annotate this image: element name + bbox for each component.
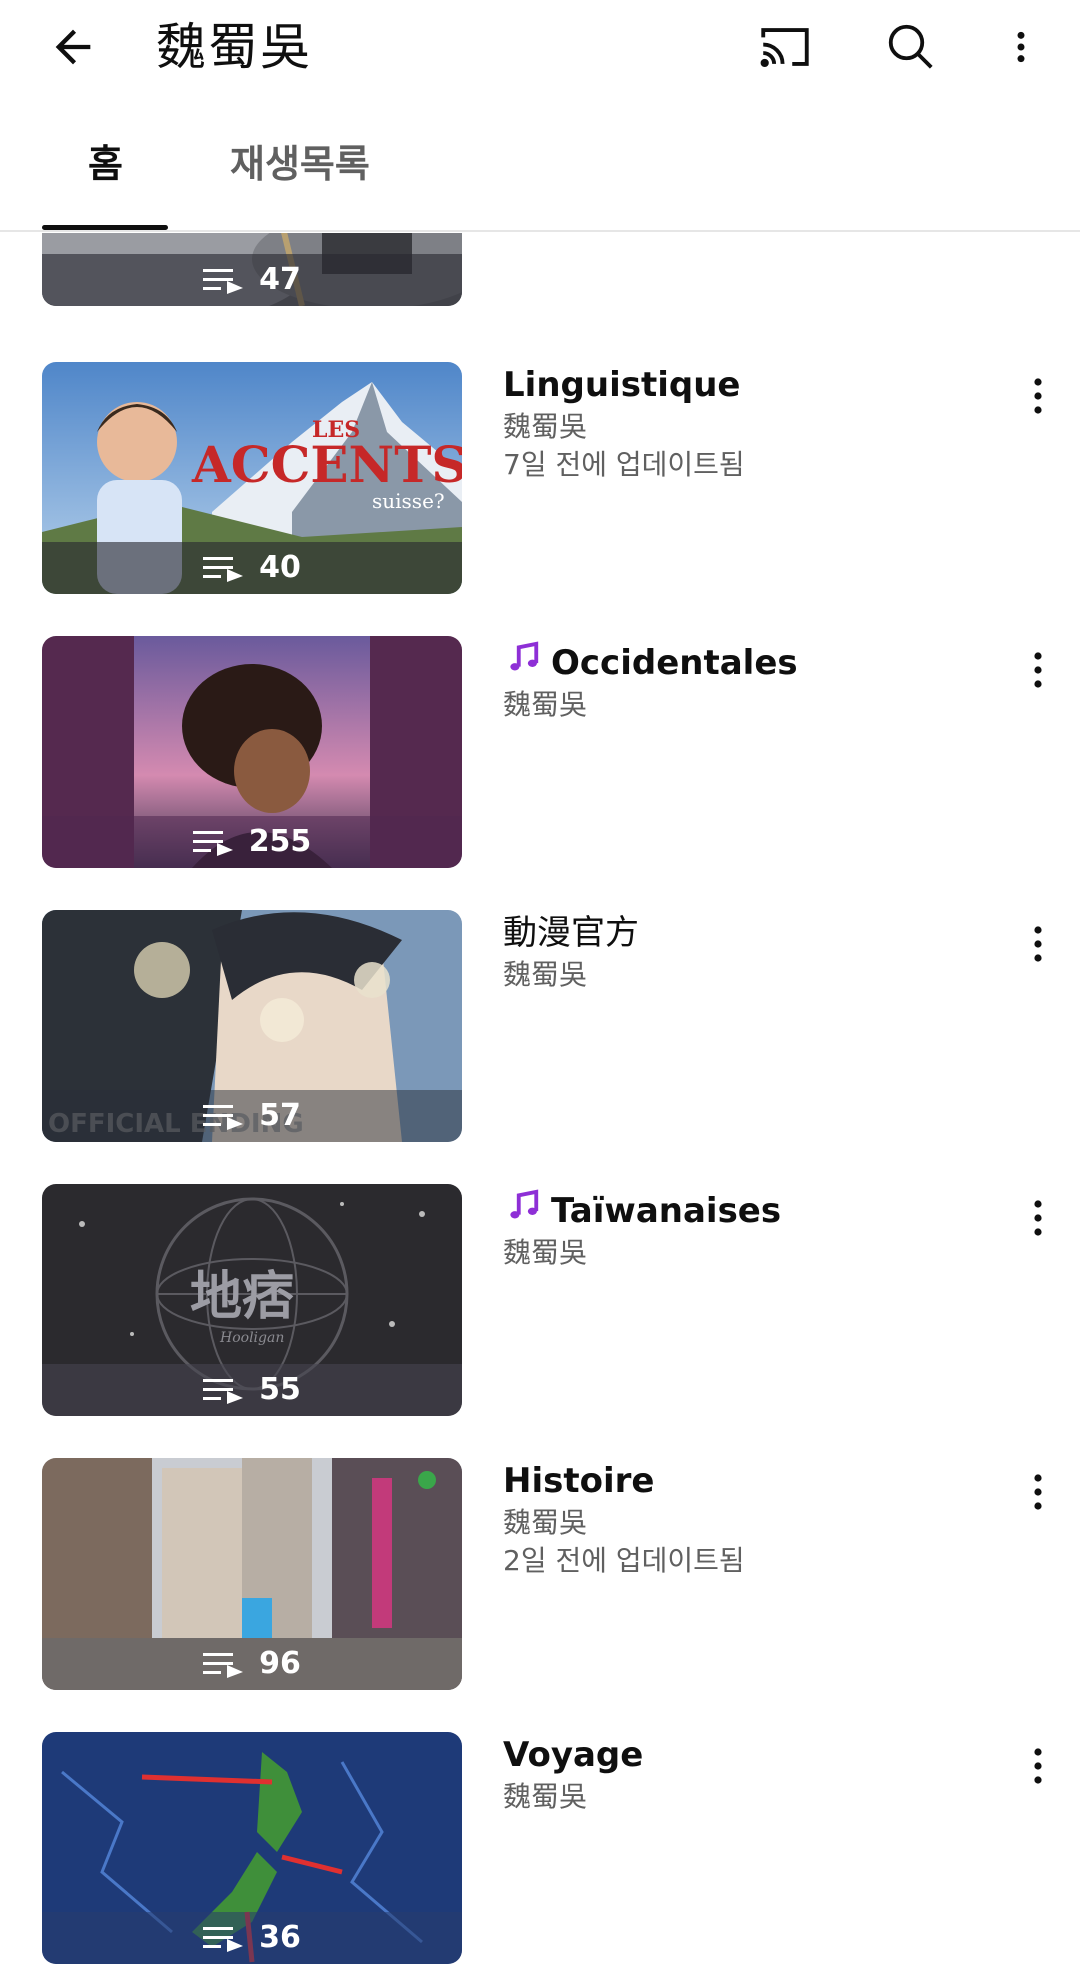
video-count: 40 [259,550,301,585]
thumbnail-text-accents: ACCENTS [191,435,462,494]
playlist-item[interactable]: 36 Voyage 魏蜀吳 [0,1732,1080,1964]
playlist-title: Occidentales [551,643,798,683]
playlist-thumbnail[interactable]: LES ACCENTS suisse? 40 [42,362,462,594]
video-count: 96 [259,1646,301,1681]
playlist-title[interactable]: Histoire [503,1458,983,1504]
playlist-play-icon [203,1105,244,1130]
playlist-title[interactable]: 動漫官方 [503,910,983,956]
video-count-overlay: 96 [42,1638,462,1690]
playlist-title[interactable]: Linguistique [503,362,983,408]
playlist-list: 47 LES ACCENTS suisse? 40 Linguistique 魏… [0,233,1080,1975]
playlist-menu-button[interactable] [1018,368,1058,424]
video-count: 47 [259,262,301,297]
playlist-menu-button[interactable] [1018,642,1058,698]
playlist-owner: 魏蜀吳 [503,410,588,443]
playlist-item[interactable]: 47 [0,233,1080,306]
playlist-menu-button[interactable] [1018,1464,1058,1520]
tab-selected-indicator [42,225,168,230]
playlist-owner: 魏蜀吳 [503,1506,588,1539]
thumbnail-sub-text: Hooligan [219,1330,284,1346]
playlist-owner: 魏蜀吳 [503,688,588,721]
playlist-play-icon [203,1379,244,1404]
video-count-overlay: 36 [42,1912,462,1964]
playlist-menu-button[interactable] [1018,1190,1058,1246]
playlist-title: Taïwanaises [551,1191,782,1231]
video-count-overlay: 47 [42,254,462,306]
playlist-menu-button[interactable] [1018,1738,1058,1794]
more-vert-icon [1034,1200,1042,1236]
playlist-meta: 動漫官方 魏蜀吳 [503,910,983,994]
playlist-thumbnail[interactable]: 96 [42,1458,462,1690]
more-options-button[interactable] [988,14,1054,80]
playlist-meta: Occidentales 魏蜀吳 [503,636,983,724]
more-vert-icon [1034,652,1042,688]
thumbnail-logo-text: 地痞 [190,1267,294,1327]
playlist-thumbnail[interactable]: 36 [42,1732,462,1964]
music-note-icon [506,639,542,675]
playlist-item[interactable]: 255 Occidentales 魏蜀吳 [0,636,1080,868]
video-count-overlay: 55 [42,1364,462,1416]
video-count-overlay: 57 [42,1090,462,1142]
search-button[interactable] [878,14,944,80]
playlist-owner: 魏蜀吳 [503,1236,588,1269]
playlist-play-icon [203,269,244,294]
playlist-updated: 2일 전에 업데이트됨 [503,1544,745,1577]
playlist-thumbnail[interactable]: 255 [42,636,462,868]
tab-playlists[interactable]: 재생목록 [230,134,370,194]
playlist-play-icon [203,1653,244,1678]
video-count: 55 [259,1372,301,1407]
more-vert-icon [1034,378,1042,414]
playlist-play-icon [192,831,233,856]
playlist-play-icon [203,1927,244,1952]
video-count-overlay: 40 [42,542,462,594]
cast-icon [760,28,809,68]
playlist-owner: 魏蜀吳 [503,1780,588,1813]
playlist-thumbnail[interactable]: OFFICIAL ENDING 57 [42,910,462,1142]
playlist-item[interactable]: LES ACCENTS suisse? 40 Linguistique 魏蜀吳 … [0,362,1080,594]
video-count: 36 [259,1920,301,1955]
playlist-menu-button[interactable] [1018,916,1058,972]
back-button[interactable] [40,14,106,80]
thumbnail-text-suisse: suisse? [372,489,445,513]
playlist-item[interactable]: OFFICIAL ENDING 57 動漫官方 魏蜀吳 [0,910,1080,1142]
playlist-meta: Voyage 魏蜀吳 [503,1732,983,1816]
arrow-left-icon [55,29,91,65]
more-vert-icon [1034,1748,1042,1784]
music-note-icon [506,1187,542,1223]
video-count: 255 [248,824,312,859]
playlist-owner: 魏蜀吳 [503,958,588,991]
playlist-title-row[interactable]: Occidentales [503,636,983,686]
playlist-meta: Linguistique 魏蜀吳 7일 전에 업데이트됨 [503,362,983,484]
app-bar: 魏蜀吳 [0,0,1080,96]
playlist-meta: Histoire 魏蜀吳 2일 전에 업데이트됨 [503,1458,983,1580]
video-count-overlay: 255 [42,816,462,868]
cast-button[interactable] [752,14,818,80]
channel-title: 魏蜀吳 [156,18,312,76]
playlist-item[interactable]: 地痞 Hooligan 55 Taïwanaises 魏蜀吳 [0,1184,1080,1416]
search-icon [888,24,933,69]
more-vert-icon [1034,1474,1042,1510]
playlist-thumbnail[interactable]: 地痞 Hooligan 55 [42,1184,462,1416]
playlist-item[interactable]: 96 Histoire 魏蜀吳 2일 전에 업데이트됨 [0,1458,1080,1690]
playlist-title-row[interactable]: Taïwanaises [503,1184,983,1234]
playlist-thumbnail[interactable]: 47 [42,233,462,306]
more-vert-icon [1034,926,1042,962]
more-vert-icon [1017,31,1025,63]
video-count: 57 [259,1098,301,1133]
playlist-play-icon [203,557,244,582]
playlist-title[interactable]: Voyage [503,1732,983,1778]
tab-home[interactable]: 홈 [88,134,123,194]
playlist-meta: Taïwanaises 魏蜀吳 [503,1184,983,1272]
channel-tabs: 홈 재생목록 [0,96,1080,232]
playlist-updated: 7일 전에 업데이트됨 [503,448,745,481]
